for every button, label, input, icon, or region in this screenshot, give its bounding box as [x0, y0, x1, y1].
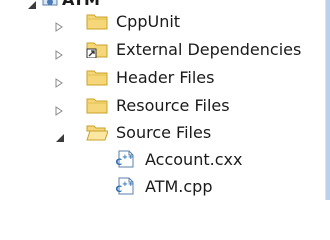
external-dependencies-icon — [86, 40, 108, 59]
tree-node-label: External Dependencies — [116, 40, 302, 59]
tree-node-file-account-cxx[interactable]: C ++ Account.cxx — [0, 146, 320, 173]
tree-node-label: Header Files — [116, 68, 215, 87]
folder-icon — [86, 12, 108, 30]
tree-node-label: Resource Files — [116, 96, 230, 115]
tree-node-file-atm-cpp[interactable]: C ++ ATM.cpp — [0, 173, 320, 200]
scroll-edge — [326, 0, 330, 200]
folder-icon — [86, 68, 108, 86]
tree-node-label: Source Files — [116, 123, 212, 142]
cpp-project-icon — [42, 0, 58, 6]
svg-text:++: ++ — [122, 153, 134, 161]
open-folder-icon — [86, 123, 109, 141]
svg-text:++: ++ — [122, 180, 134, 188]
tree-node-source-files[interactable]: Source Files — [0, 119, 320, 146]
collapsed-arrow-icon[interactable] — [55, 17, 63, 32]
collapsed-arrow-icon[interactable] — [55, 45, 63, 60]
tree-node-label: CppUnit — [116, 12, 181, 31]
expanded-arrow-icon[interactable] — [27, 0, 36, 9]
expanded-arrow-icon[interactable] — [55, 128, 64, 142]
tree-node-cppunit[interactable]: CppUnit — [0, 8, 320, 35]
folder-icon — [86, 96, 108, 114]
solution-explorer-tree: ATM CppUnit External Dependencies — [0, 0, 330, 200]
tree-node-label: ATM.cpp — [145, 177, 213, 196]
tree-node-label: Account.cxx — [145, 150, 243, 169]
cpp-file-icon: C ++ — [115, 150, 137, 168]
cpp-file-icon: C ++ — [115, 177, 137, 195]
tree-node-header-files[interactable]: Header Files — [0, 64, 320, 91]
collapsed-arrow-icon[interactable] — [55, 73, 63, 88]
tree-node-resource-files[interactable]: Resource Files — [0, 92, 320, 119]
tree-node-external-dependencies[interactable]: External Dependencies — [0, 36, 320, 63]
collapsed-arrow-icon[interactable] — [55, 101, 63, 116]
